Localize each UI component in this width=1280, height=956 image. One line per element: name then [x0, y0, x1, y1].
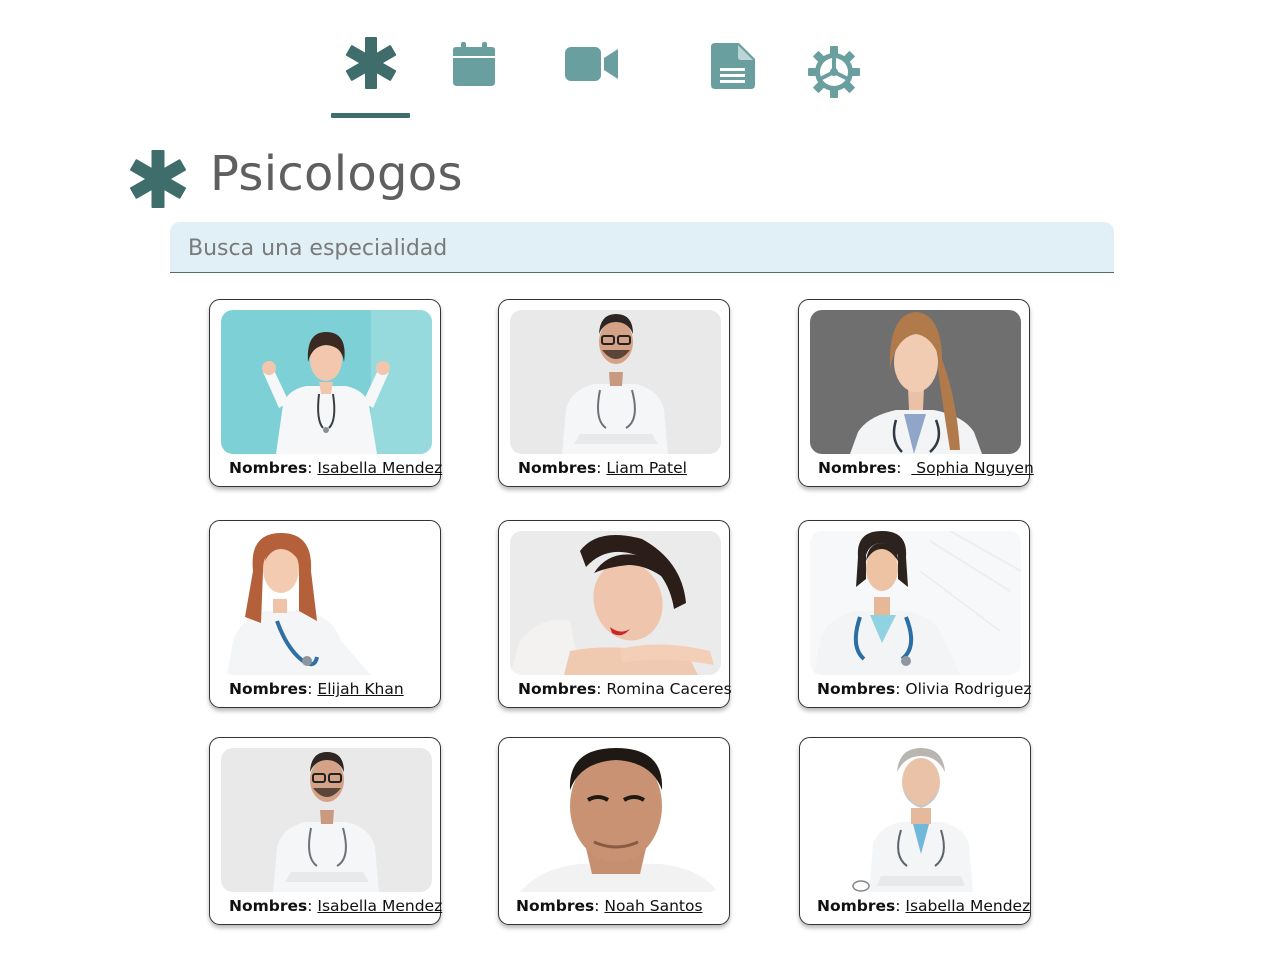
card-label: Nombres: Isabella Mendez	[817, 897, 1030, 915]
psychologist-card[interactable]: Nombres: Elijah Khan	[209, 520, 441, 708]
video-camera-icon	[565, 47, 618, 81]
psychologist-card[interactable]: Nombres: Olivia Rodriguez	[798, 520, 1032, 708]
doctor-photo	[810, 310, 1021, 454]
document-icon	[711, 43, 755, 89]
card-field-separator: :	[307, 459, 318, 477]
page-title: Psicologos	[210, 146, 463, 202]
asterisk-icon	[345, 37, 397, 89]
card-field-label: Nombres	[229, 897, 308, 915]
doctor-name-link[interactable]: Noah Santos	[604, 897, 702, 915]
card-label: Nombres: Isabella Mendez	[229, 459, 442, 477]
card-field-separator: :	[307, 897, 318, 915]
psychologist-card[interactable]: Nombres: Sophia Nguyen	[798, 299, 1034, 487]
card-field-separator: :	[596, 459, 607, 477]
doctor-name-link[interactable]: Elijah Khan	[317, 680, 403, 698]
card-field-label: Nombres	[516, 897, 595, 915]
psychologist-card[interactable]: Nombres: Isabella Mendez	[209, 737, 442, 925]
card-field-label: Nombres	[518, 459, 597, 477]
doctor-photo	[811, 748, 1022, 892]
card-field-label: Nombres	[518, 680, 597, 698]
doctor-photo	[221, 748, 432, 892]
card-label: Nombres: Romina Caceres	[518, 680, 732, 698]
card-field-separator: :	[596, 680, 607, 698]
doctor-name-link[interactable]: Sophia Nguyen	[911, 459, 1034, 477]
doctor-name[interactable]: Romina Caceres	[606, 680, 731, 698]
nav-calendar-button[interactable]	[450, 40, 498, 88]
doctor-photo	[221, 310, 432, 454]
card-field-separator: :	[895, 897, 906, 915]
search-bar	[170, 222, 1114, 273]
card-field-label: Nombres	[817, 897, 896, 915]
card-field-label: Nombres	[229, 680, 308, 698]
nav-video-button[interactable]	[562, 42, 622, 86]
card-field-label: Nombres	[817, 680, 896, 698]
search-input[interactable]	[186, 232, 1090, 264]
card-label: Nombres: Liam Patel	[518, 459, 723, 477]
doctor-name-link[interactable]: Isabella Mendez	[905, 897, 1030, 915]
psychologist-card[interactable]: Nombres: Romina Caceres	[498, 520, 732, 708]
doctor-photo	[221, 531, 432, 675]
psychologist-card[interactable]: Nombres: Isabella Mendez	[799, 737, 1031, 925]
card-field-separator: :	[594, 897, 605, 915]
doctor-name-link[interactable]: Isabella Mendez	[317, 459, 442, 477]
card-label: Nombres: Olivia Rodriguez	[817, 680, 1032, 698]
nav-specialties-button[interactable]	[340, 32, 402, 94]
doctor-name-link[interactable]: Isabella Mendez	[317, 897, 442, 915]
card-field-separator: :	[895, 680, 906, 698]
nav-documents-button[interactable]	[706, 40, 760, 92]
card-label: Nombres: Elijah Khan	[229, 680, 434, 698]
card-field-separator: :	[307, 680, 318, 698]
active-tab-indicator	[331, 113, 410, 118]
doctor-name-link[interactable]: Liam Patel	[606, 459, 687, 477]
doctor-name[interactable]: Olivia Rodriguez	[905, 680, 1031, 698]
nav-settings-button[interactable]	[805, 44, 863, 100]
doctor-photo	[510, 531, 721, 675]
psychologist-card[interactable]: Nombres: Noah Santos	[498, 737, 730, 925]
card-label: Nombres: Noah Santos	[516, 897, 723, 915]
doctor-photo	[510, 310, 721, 454]
psychologist-card[interactable]: Nombres: Liam Patel	[498, 299, 730, 487]
doctor-photo	[810, 531, 1021, 675]
card-label: Nombres: Sophia Nguyen	[818, 459, 1034, 477]
card-field-separator: :	[896, 459, 912, 477]
title-asterisk-icon	[128, 147, 188, 211]
gear-icon	[808, 46, 860, 98]
doctor-photo	[510, 748, 721, 892]
card-field-label: Nombres	[229, 459, 308, 477]
calendar-icon	[453, 42, 495, 86]
psychologist-card[interactable]: Nombres: Isabella Mendez	[209, 299, 442, 487]
card-label: Nombres: Isabella Mendez	[229, 897, 442, 915]
top-navigation	[0, 0, 1280, 130]
card-field-label: Nombres	[818, 459, 897, 477]
